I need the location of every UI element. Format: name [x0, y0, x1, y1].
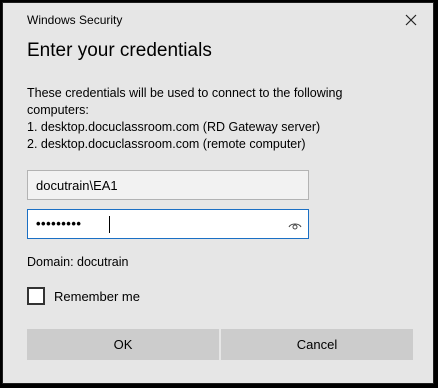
description-line: 2. desktop.docuclassroom.com (remote com…	[27, 137, 306, 151]
remember-me-checkbox[interactable]	[27, 287, 45, 305]
cancel-button[interactable]: Cancel	[221, 329, 413, 360]
description: These credentials will be used to connec…	[27, 85, 407, 153]
title-bar: Windows Security	[3, 3, 433, 35]
dialog-heading: Enter your credentials	[27, 40, 212, 61]
eye-icon[interactable]	[288, 219, 302, 231]
close-button[interactable]	[403, 12, 419, 28]
username-field[interactable]	[27, 170, 309, 200]
ok-button[interactable]: OK	[27, 329, 219, 360]
window-title: Windows Security	[27, 13, 123, 27]
description-line: computers:	[27, 103, 89, 117]
credentials-dialog: Windows Security Enter your credentials …	[2, 2, 434, 384]
text-caret	[109, 216, 110, 233]
domain-text: Domain: docutrain	[27, 255, 129, 269]
password-field[interactable]: •••••••••	[27, 209, 309, 239]
remember-me-row[interactable]: Remember me	[27, 286, 140, 306]
remember-me-label[interactable]: Remember me	[54, 289, 140, 304]
close-icon	[405, 14, 417, 26]
description-line: These credentials will be used to connec…	[27, 86, 343, 100]
username-input[interactable]	[28, 171, 308, 199]
description-line: 1. desktop.docuclassroom.com (RD Gateway…	[27, 120, 321, 134]
password-masked-value: •••••••••	[36, 216, 82, 231]
